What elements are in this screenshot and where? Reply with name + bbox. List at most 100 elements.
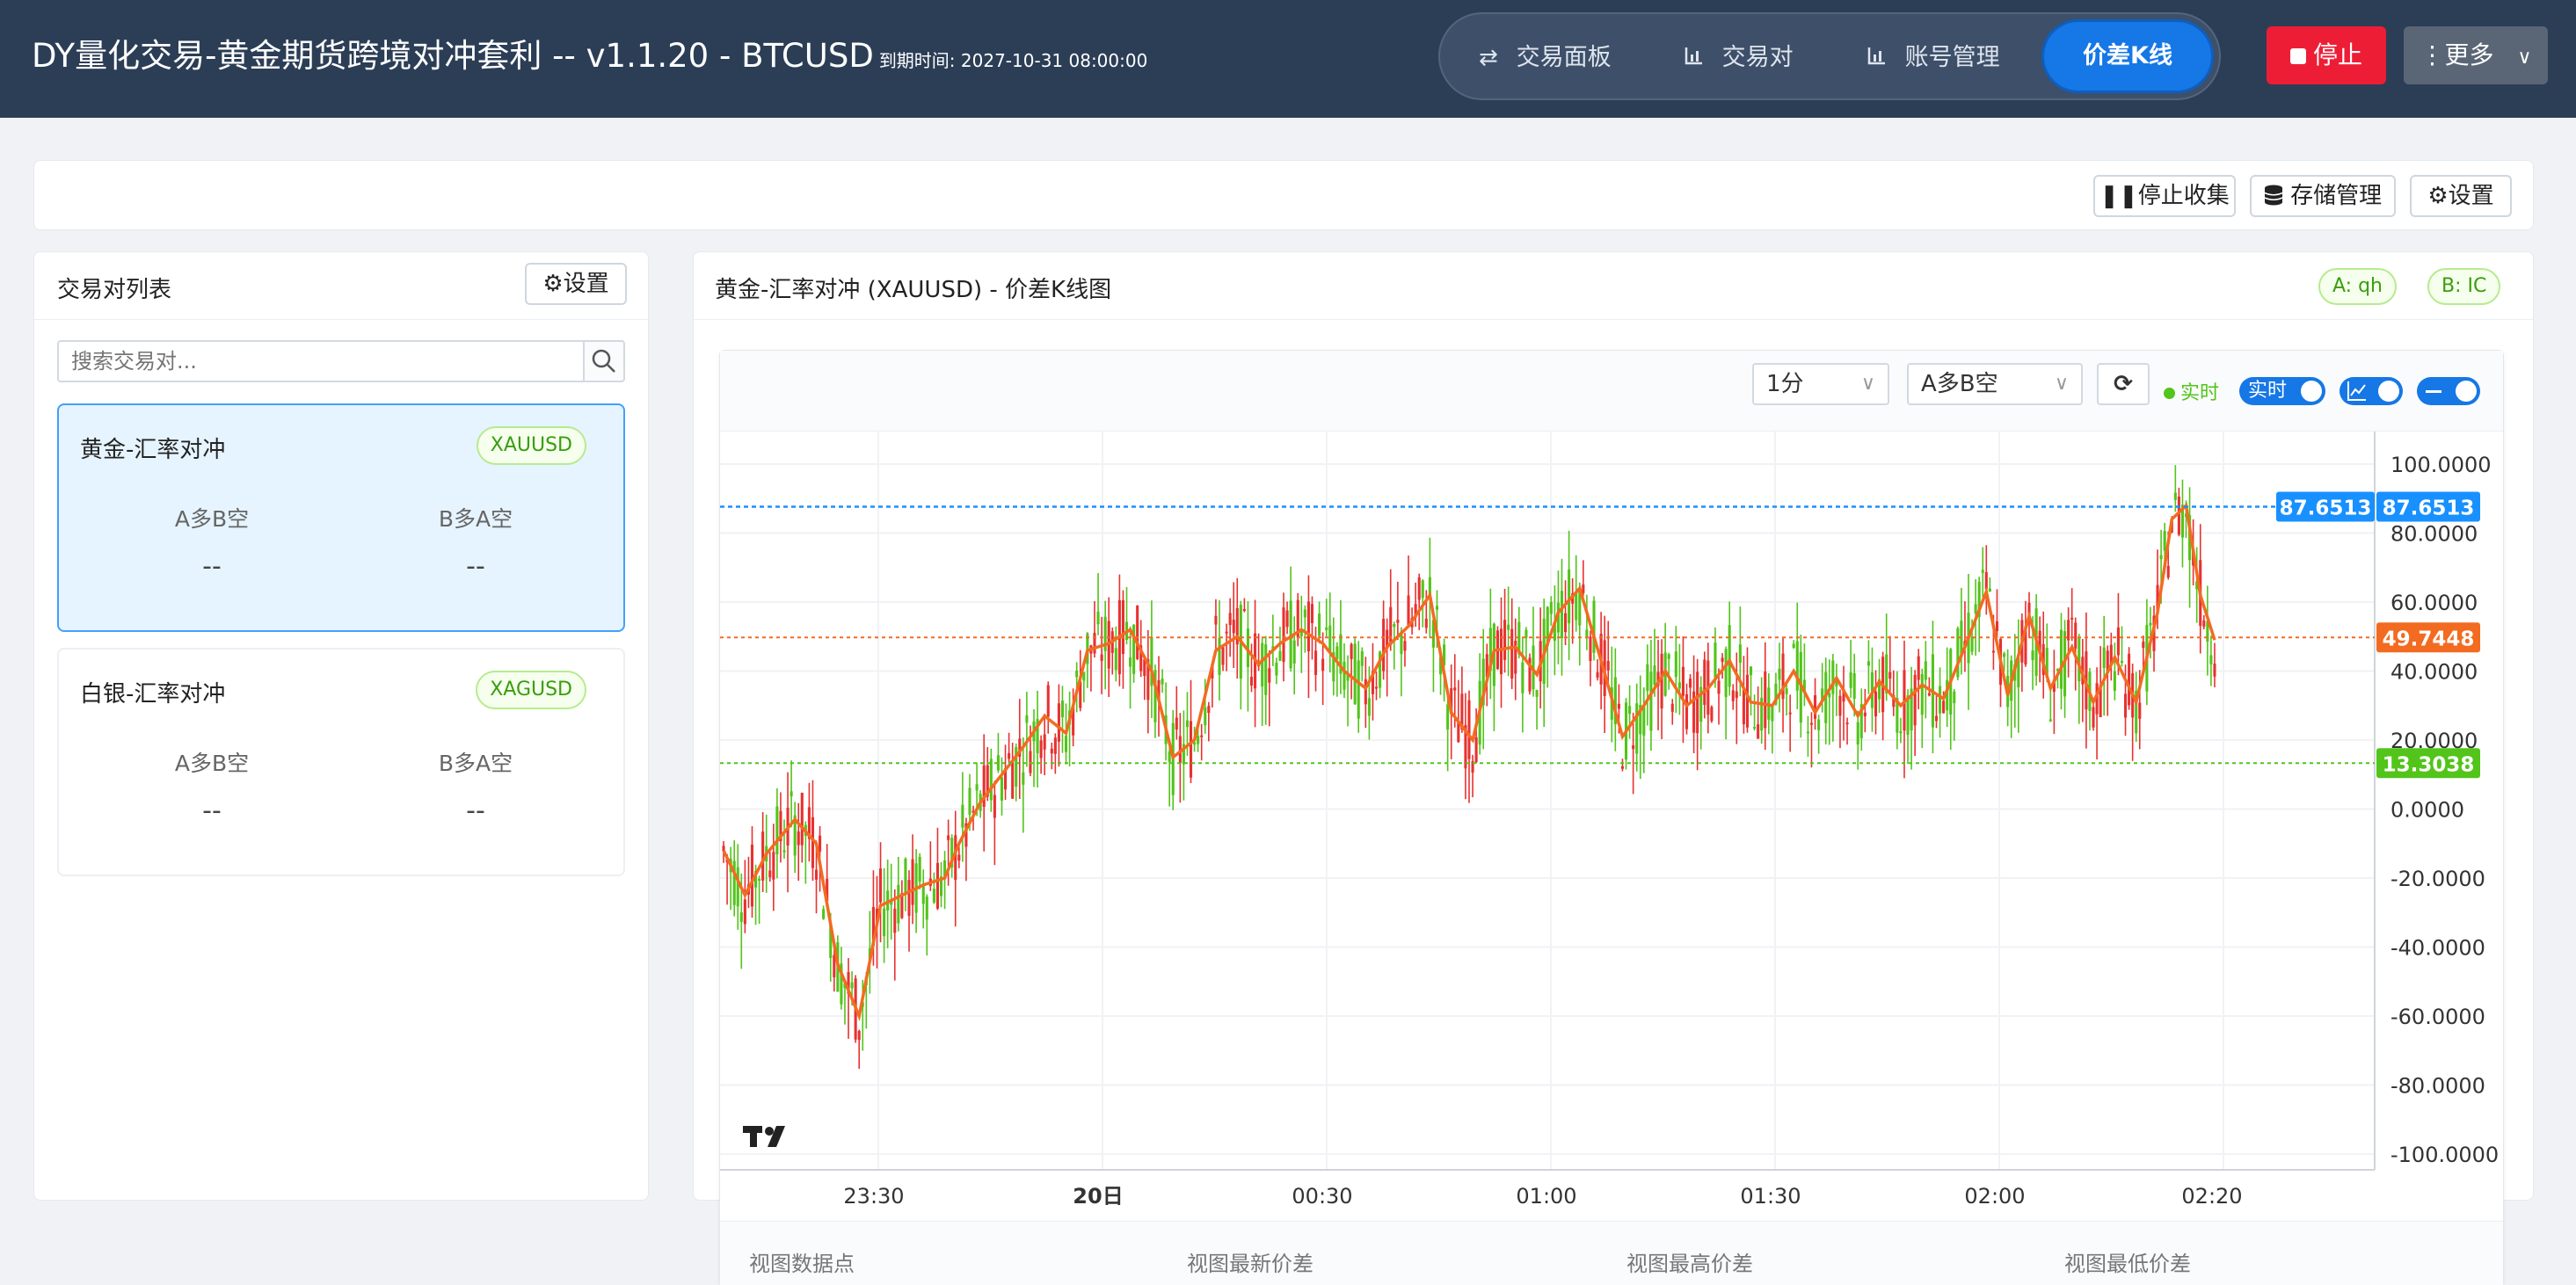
- x-tick-label: 23:30: [843, 1184, 904, 1205]
- candle-body: [1207, 706, 1211, 714]
- storage-manage-button[interactable]: 存储管理: [2250, 175, 2396, 217]
- y-tick-label: -20.0000: [2390, 867, 2485, 891]
- candle-body: [989, 759, 993, 801]
- candle-body: [1564, 613, 1568, 633]
- candle-body: [1749, 666, 1753, 676]
- line-toggle[interactable]: [2417, 377, 2480, 405]
- candle-body: [1310, 604, 1314, 623]
- candle-body: [1620, 766, 1625, 769]
- candle-body: [921, 886, 925, 904]
- candle-body: [1792, 643, 1795, 649]
- candle-body: [1510, 628, 1514, 679]
- candle-body: [1360, 650, 1364, 666]
- candle-body: [1764, 672, 1767, 729]
- candle-body: [1667, 654, 1670, 659]
- y-tick-label: 100.0000: [2390, 453, 2492, 477]
- interval-select[interactable]: 1分 ∨: [1752, 363, 1889, 405]
- candle-body: [1396, 620, 1400, 623]
- candle-body: [1039, 740, 1043, 759]
- candle-body: [814, 869, 819, 880]
- candle-body: [1568, 569, 1571, 624]
- candle-body: [800, 793, 804, 846]
- ma-toggle[interactable]: [2340, 377, 2403, 405]
- x-tick-label: 02:00: [1964, 1184, 2025, 1205]
- nav-account-manage[interactable]: 账号管理: [1867, 33, 2000, 83]
- spread-kline-chart[interactable]: 100.000080.000060.000040.000020.00000.00…: [720, 432, 2503, 1205]
- candle-body: [1649, 672, 1653, 731]
- candle-body: [833, 955, 836, 977]
- candle-body: [1499, 628, 1503, 675]
- search-button[interactable]: [583, 340, 625, 382]
- candle-body: [1242, 608, 1246, 611]
- tradingview-logo-icon: [743, 1126, 785, 1147]
- realtime-toggle[interactable]: 实时: [2239, 377, 2325, 405]
- candle-body: [1939, 686, 1942, 714]
- nav-spread-kline[interactable]: 价差K线: [2041, 19, 2214, 93]
- pair-item-xauusd[interactable]: 黄金-汇率对冲 XAUUSD A多B空 B多A空 -- --: [57, 403, 625, 632]
- candle-body: [897, 884, 900, 924]
- candle-body: [1318, 613, 1321, 636]
- stop-collect-button[interactable]: ❚❚停止收集: [2093, 175, 2236, 217]
- candle-body: [1934, 715, 1939, 722]
- candle-body: [1060, 701, 1065, 718]
- candle-body: [768, 870, 772, 878]
- candle-body: [1306, 601, 1310, 652]
- candle-body: [1953, 691, 1956, 704]
- stop-square-icon: [2289, 48, 2306, 64]
- candle-body: [782, 850, 786, 853]
- candle-body: [968, 788, 971, 815]
- direction-select[interactable]: A多B空 ∨: [1907, 363, 2083, 405]
- pair-name: 黄金-汇率对冲: [80, 437, 226, 463]
- x-tick-label: 01:30: [1740, 1184, 1801, 1205]
- candle-body: [1521, 662, 1524, 693]
- candle-body: [1261, 642, 1264, 687]
- stop-button[interactable]: 停止: [2267, 26, 2386, 84]
- candle-body: [879, 868, 883, 903]
- divider: [34, 319, 648, 320]
- candle-body: [1984, 571, 1988, 590]
- nav-trading-panel[interactable]: ⇄ 交易面板: [1479, 33, 1612, 83]
- candle-body: [1303, 609, 1306, 618]
- pair-search-input[interactable]: [57, 340, 585, 382]
- swap-icon: ⇄: [1479, 45, 1498, 71]
- candle-body: [1845, 722, 1849, 725]
- candle-body: [1008, 752, 1011, 759]
- candle-body: [1942, 701, 1946, 714]
- interval-value: 1分: [1766, 371, 1804, 397]
- search-icon: [592, 349, 615, 373]
- candle-body: [1721, 657, 1724, 663]
- pair-list-panel: 交易对列表 ⚙设置 黄金-汇率对冲 XAUUSD A多B空 B多A空 -- --…: [33, 251, 649, 1201]
- candle-body: [1407, 595, 1410, 626]
- x-tick-label: 20日: [1073, 1184, 1123, 1205]
- candle-body: [883, 908, 886, 937]
- candle-body: [1874, 691, 1878, 717]
- candle-body: [1535, 690, 1539, 697]
- candle-body: [2003, 653, 2006, 657]
- pair-item-xagusd[interactable]: 白银-汇率对冲 XAGUSD A多B空 B多A空 -- --: [57, 648, 625, 876]
- x-tick-label: 00:30: [1292, 1184, 1352, 1205]
- more-button[interactable]: ⋮更多 ∨: [2404, 26, 2548, 84]
- pair-list-settings-button[interactable]: ⚙设置: [525, 263, 627, 305]
- candle-body: [1917, 656, 1920, 680]
- candle-body: [1710, 707, 1714, 722]
- refresh-button[interactable]: ⟳: [2097, 363, 2150, 405]
- candle-body: [1343, 661, 1346, 690]
- candle-body: [1325, 627, 1328, 630]
- candle-body: [1988, 588, 1991, 592]
- x-tick-label: 01:00: [1516, 1184, 1576, 1205]
- candle-body: [1453, 687, 1457, 691]
- candle-body: [1204, 707, 1207, 726]
- candle-body: [1221, 647, 1225, 665]
- nav-trading-panel-label: 交易面板: [1516, 44, 1612, 71]
- candle-body: [1374, 686, 1379, 689]
- candle-body: [2213, 664, 2216, 677]
- candle-body: [1011, 761, 1015, 799]
- candle-body: [1795, 641, 1799, 691]
- bar-chart-icon: [1867, 33, 1897, 83]
- candle-body: [2177, 496, 2180, 535]
- nav-trading-pairs[interactable]: 交易对: [1685, 33, 1794, 83]
- toolbar-settings-button[interactable]: ⚙设置: [2410, 175, 2512, 217]
- y-tick-label: 60.0000: [2390, 591, 2478, 615]
- main-nav: ⇄ 交易面板 交易对 账号管理 价差K线: [1438, 12, 2221, 100]
- candle-body: [1742, 689, 1745, 724]
